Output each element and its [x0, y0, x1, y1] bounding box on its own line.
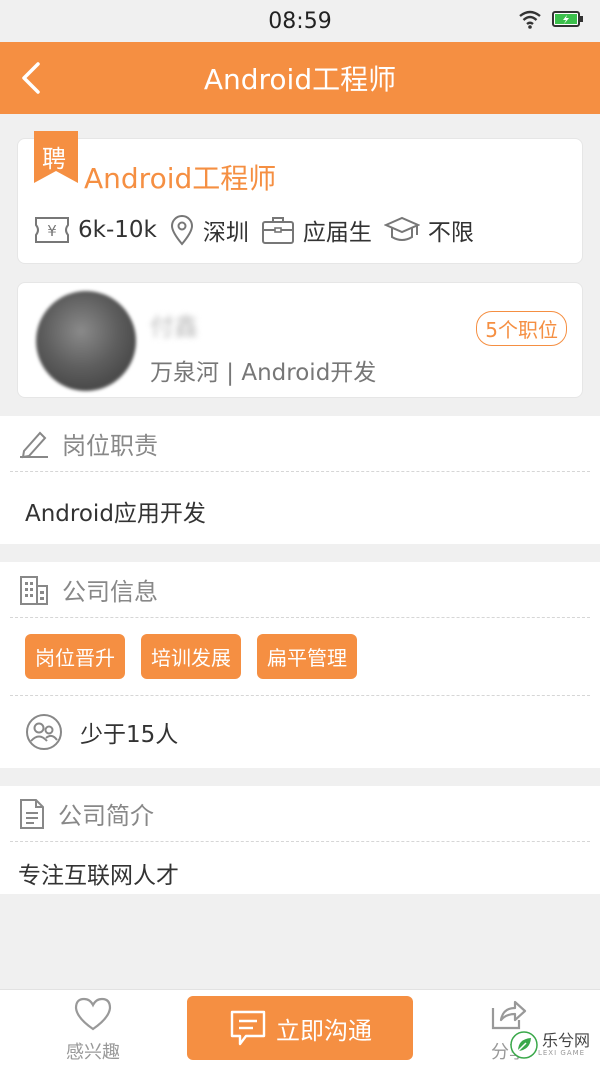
education-text: 不限	[427, 220, 474, 246]
watermark-text: 乐兮网	[541, 1031, 590, 1050]
back-arrow-icon[interactable]	[14, 58, 54, 98]
location-pin-icon	[170, 215, 193, 246]
graduation-cap-icon	[383, 216, 420, 241]
experience-item: 应届生	[261, 213, 372, 247]
company-tag: 培训发展	[141, 634, 241, 679]
pencil-icon	[20, 431, 48, 458]
recruiter-card[interactable]: 付鑫 万泉河 | Android开发 5个职位	[17, 282, 583, 398]
education-item: 不限	[383, 213, 474, 247]
recruiter-subtitle: 万泉河 | Android开发	[150, 360, 377, 386]
company-intro-header-label: 公司简介	[58, 802, 154, 830]
interested-label: 感兴趣	[66, 1042, 120, 1063]
company-info-header-label: 公司信息	[62, 578, 158, 606]
company-tag: 岗位晋升	[25, 634, 125, 679]
people-icon	[26, 714, 62, 750]
nav-bar: Android工程师	[0, 42, 600, 114]
interested-button[interactable]: 感兴趣	[60, 996, 126, 1064]
duty-section: 岗位职责 Android应用开发	[0, 416, 600, 544]
company-intro-text: 专注互联网人才	[18, 863, 179, 889]
status-time: 08:59	[268, 8, 332, 34]
svg-text:¥: ¥	[47, 222, 57, 240]
location-text: 深圳	[202, 220, 249, 246]
company-tag: 扁平管理	[257, 634, 357, 679]
share-icon	[491, 1000, 527, 1030]
positions-count-badge[interactable]: 5个职位	[476, 311, 567, 346]
watermark-logo: 乐兮网 LEXI GAME	[510, 1031, 590, 1059]
chat-bubble-icon	[230, 1010, 266, 1046]
experience-text: 应届生	[302, 220, 372, 246]
company-tags: 岗位晋升 培训发展 扁平管理	[10, 618, 590, 696]
company-info-section: 公司信息 岗位晋升 培训发展 扁平管理 少于15人	[0, 562, 600, 768]
briefcase-icon	[261, 217, 294, 244]
job-title: Android工程师	[84, 162, 277, 195]
avatar	[36, 291, 136, 391]
money-icon: ¥	[35, 217, 69, 243]
chat-now-label: 立即沟通	[276, 1016, 372, 1045]
duty-header-label: 岗位职责	[62, 432, 158, 460]
company-info-header: 公司信息	[10, 562, 590, 618]
hiring-badge-label: 聘	[42, 145, 66, 173]
salary-text: 6k-10k	[78, 217, 157, 243]
bottom-action-bar: 感兴趣 立即沟通 分享 乐兮网 LEXI GAME	[0, 989, 600, 1067]
location-item: 深圳	[169, 213, 249, 247]
recruiter-name: 付鑫	[150, 313, 198, 341]
status-icons	[518, 9, 584, 29]
company-size-row: 少于15人	[0, 696, 600, 768]
salary-item: ¥ 6k-10k	[34, 216, 157, 244]
company-size-text: 少于15人	[80, 722, 179, 748]
company-intro-section: 公司简介 专注互联网人才	[0, 786, 600, 894]
building-icon	[20, 575, 48, 605]
company-intro-header: 公司简介	[10, 786, 590, 842]
battery-icon	[552, 11, 583, 27]
status-bar: 08:59	[0, 0, 600, 42]
wifi-icon	[519, 10, 541, 29]
document-icon	[20, 798, 44, 829]
job-meta: ¥ 6k-10k 深圳 应届生 不限	[34, 213, 486, 247]
chat-now-button[interactable]: 立即沟通	[187, 996, 413, 1060]
leaf-logo-icon	[510, 1031, 538, 1059]
duty-text: Android应用开发	[25, 501, 206, 527]
page-title: Android工程师	[203, 63, 397, 96]
duty-section-header: 岗位职责	[10, 416, 590, 472]
watermark-subtext: LEXI GAME	[537, 1049, 586, 1057]
heart-icon	[74, 997, 112, 1031]
job-summary-card: 聘 Android工程师 ¥ 6k-10k 深圳 应届生 不限	[17, 131, 583, 264]
